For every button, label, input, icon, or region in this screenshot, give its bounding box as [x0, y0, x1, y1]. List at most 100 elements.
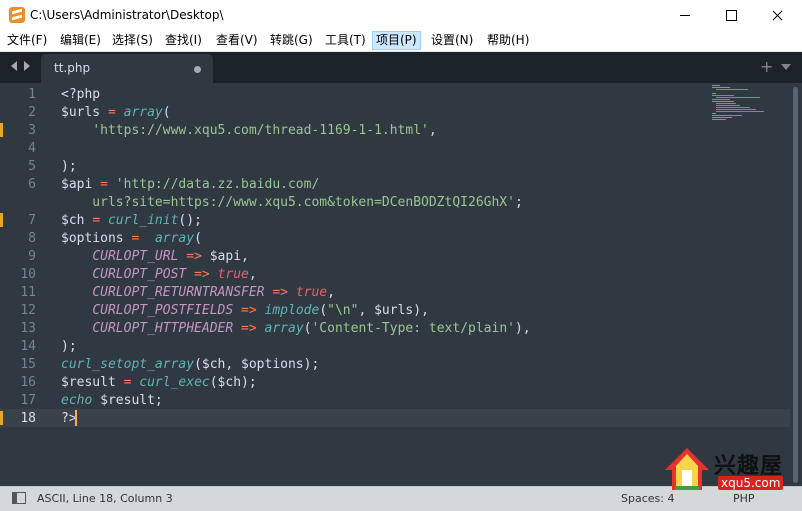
- sublime-text-icon: [9, 7, 25, 23]
- code-token: $ch: [61, 213, 93, 228]
- code-line: CURLOPT_POSTFIELDS => implode("\n", $url…: [61, 302, 429, 320]
- code-token: urls?site=https://www.xqu5.com&token=DCe…: [61, 195, 515, 210]
- code-line: );: [61, 158, 77, 176]
- line-number: 2: [28, 105, 36, 120]
- code-token: $result: [61, 375, 124, 390]
- menu-tools[interactable]: 工具(T): [322, 31, 369, 50]
- code-line: CURLOPT_POST => true,: [61, 266, 256, 284]
- code-token: array: [154, 231, 195, 246]
- code-token: 'https://www.xqu5.com/thread-1169-1-1.ht…: [92, 123, 429, 138]
- code-token: true: [217, 267, 249, 282]
- code-token: CURLOPT_POSTFIELDS: [92, 303, 234, 318]
- code-line: $options = array(: [61, 230, 202, 248]
- line-number: 4: [28, 141, 36, 156]
- code-token: =: [92, 213, 101, 228]
- menu-help[interactable]: 帮助(H): [484, 31, 532, 50]
- code-token: =: [107, 105, 116, 120]
- line-number: 8: [28, 231, 36, 246]
- scrollbar-thumb[interactable]: [793, 87, 798, 483]
- code-editor[interactable]: 1 2 3 4 5 6 7 8 9 10 11 12 13 14 15 16 17 18 <?php $urls =…: [0, 83, 802, 486]
- menu-selection[interactable]: 选择(S): [109, 31, 156, 50]
- line-number: 7: [28, 213, 36, 228]
- tab-tt-php[interactable]: tt.php: [41, 54, 213, 83]
- code-token: $api: [61, 177, 101, 192]
- line-number: 3: [28, 123, 36, 138]
- code-token: =>: [241, 321, 257, 336]
- tab-label: tt.php: [54, 61, 91, 75]
- code-token: CURLOPT_POST: [92, 267, 187, 282]
- tab-list-dropdown-icon[interactable]: [781, 64, 791, 70]
- menu-find[interactable]: 查找(I): [162, 31, 205, 50]
- code-token: implode: [264, 303, 320, 318]
- menu-preferences[interactable]: 设置(N): [428, 31, 476, 50]
- code-token: $result;: [92, 393, 163, 408]
- code-line: 'https://www.xqu5.com/thread-1169-1-1.ht…: [61, 122, 437, 140]
- code-token: =: [100, 177, 108, 192]
- close-button[interactable]: [754, 0, 800, 32]
- line-number: 9: [28, 249, 36, 264]
- code-line: <?php: [61, 86, 100, 104]
- menu-edit[interactable]: 编辑(E): [57, 31, 104, 50]
- code-token: 'Content-Type: text/plain': [311, 321, 515, 336]
- line-number: 13: [20, 321, 36, 336]
- code-token: ,: [428, 123, 437, 138]
- code-line: $api = 'http://data.zz.baidu.com/: [61, 176, 319, 194]
- line-number: [0, 194, 36, 212]
- maximize-button[interactable]: [708, 0, 754, 32]
- unsaved-dot-icon[interactable]: [194, 66, 201, 73]
- site-watermark: 兴趣屋 xqu5.com: [662, 444, 792, 496]
- minimap[interactable]: [712, 85, 782, 121]
- line-number: 5: [28, 159, 36, 174]
- line-number-gutter: 1 2 3 4 5 6 7 8 9 10 11 12 13 14 15 16 17 18: [0, 83, 45, 486]
- menu-project[interactable]: 项目(P): [372, 31, 421, 50]
- code-token: );: [61, 339, 77, 354]
- line-number: 18: [20, 411, 36, 426]
- menu-file[interactable]: 文件(F): [4, 31, 50, 50]
- code-token: "\n": [327, 303, 359, 318]
- line-number: 14: [20, 339, 36, 354]
- code-token: ();: [178, 213, 202, 228]
- code-token: =>: [194, 267, 210, 282]
- text-cursor: [75, 410, 77, 426]
- watermark-url: xqu5.com: [718, 476, 784, 490]
- code-line: $result = curl_exec($ch);: [61, 374, 257, 392]
- menu-bar: 文件(F) 编辑(E) 选择(S) 查找(I) 查看(V) 转跳(G) 工具(T…: [0, 30, 802, 52]
- code-token: curl_init: [107, 213, 179, 228]
- code-token: array: [264, 321, 304, 336]
- line-number: 16: [20, 375, 36, 390]
- status-encoding-position[interactable]: ASCII, Line 18, Column 3: [37, 492, 173, 505]
- code-line: CURLOPT_HTTPHEADER => array('Content-Typ…: [61, 320, 530, 338]
- vertical-scrollbar[interactable]: [790, 83, 802, 486]
- code-line: echo $result;: [61, 392, 163, 410]
- previous-tab-arrow-icon[interactable]: [11, 61, 17, 71]
- code-token: CURLOPT_RETURNTRANSFER: [92, 285, 265, 300]
- menu-goto[interactable]: 转跳(G): [267, 31, 316, 50]
- next-tab-arrow-icon[interactable]: [24, 61, 30, 71]
- new-tab-plus-icon[interactable]: +: [760, 59, 773, 75]
- toggle-panel-icon[interactable]: [12, 492, 26, 504]
- menu-view[interactable]: 查看(V): [213, 31, 261, 50]
- code-token: (: [162, 105, 171, 120]
- code-token: 'http://data.zz.baidu.com/: [115, 177, 320, 192]
- window-title: C:\Users\Administrator\Desktop\: [30, 8, 224, 22]
- minimize-button[interactable]: [662, 0, 708, 32]
- code-line: curl_setopt_array($ch, $options);: [61, 356, 319, 374]
- code-token: <?php: [61, 87, 101, 102]
- code-line: CURLOPT_RETURNTRANSFER => true,: [61, 284, 335, 302]
- line-number: 6: [28, 177, 36, 192]
- title-bar: C:\Users\Administrator\Desktop\: [0, 0, 802, 32]
